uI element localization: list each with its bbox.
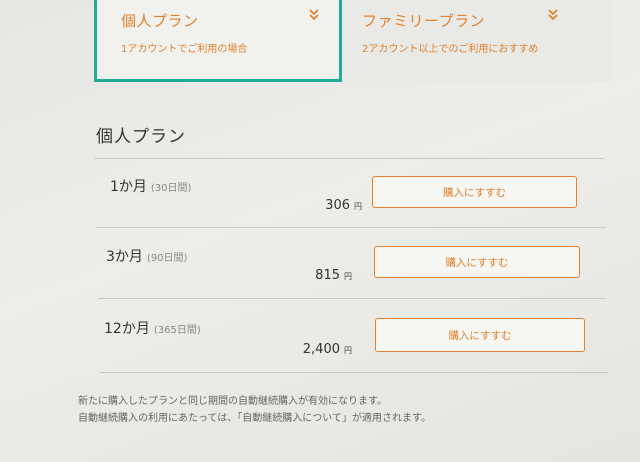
buy-button-12-months[interactable]: 購入にすすむ <box>375 318 585 352</box>
tab-individual-plan[interactable]: 個人プラン 1アカウントでご利用の場合 <box>94 0 342 82</box>
plan-price: 306 円 <box>325 198 362 213</box>
currency-label: 円 <box>354 202 362 211</box>
double-chevron-down-icon <box>309 9 319 21</box>
plan-duration: 3か月 <box>106 249 143 265</box>
currency-label: 円 <box>344 346 352 355</box>
plan-days: (365日間) <box>153 325 201 336</box>
plan-name: 1か月 (30日間) <box>110 176 191 196</box>
price-value: 2,400 <box>302 342 340 357</box>
buy-button-1-month[interactable]: 購入にすすむ <box>372 176 577 208</box>
plan-days: (90日間) <box>146 253 188 264</box>
currency-label: 円 <box>344 272 352 281</box>
price-value: 306 <box>325 198 350 213</box>
tab-family-title: ファミリープラン <box>362 12 486 30</box>
tab-individual-subtitle: 1アカウントでご利用の場合 <box>121 44 248 55</box>
plan-price: 815 円 <box>315 268 352 283</box>
double-chevron-down-icon <box>548 9 558 21</box>
plan-duration: 1か月 <box>110 179 147 195</box>
divider <box>96 227 606 228</box>
plan-days: (30日間) <box>150 183 192 194</box>
plan-type-tabs: 個人プラン 1アカウントでご利用の場合 ファミリープラン 2アカウント以上でのご… <box>94 0 614 86</box>
auto-renew-note: 新たに購入したプランと同じ期間の自動継続購入が有効になります。 <box>78 396 387 407</box>
buy-button-3-months[interactable]: 購入にすすむ <box>374 246 580 278</box>
tab-family-subtitle: 2アカウント以上でのご利用におすすめ <box>362 44 539 55</box>
divider <box>98 298 606 299</box>
plan-name: 3か月 (90日間) <box>106 246 187 266</box>
section-title: 個人プラン <box>96 127 186 147</box>
divider <box>100 372 608 373</box>
tab-family-plan[interactable]: ファミリープラン 2アカウント以上でのご利用におすすめ <box>350 0 612 82</box>
plan-duration: 12か月 <box>104 321 150 337</box>
price-value: 815 <box>315 268 340 283</box>
plan-price: 2,400 円 <box>303 342 352 357</box>
plan-name: 12か月 (365日間) <box>104 318 201 338</box>
auto-renew-terms-note: 自動継続購入の利用にあたっては、「自動継続購入について」が適用されます。 <box>78 413 431 424</box>
tab-individual-title: 個人プラン <box>121 12 199 30</box>
divider <box>94 158 604 159</box>
